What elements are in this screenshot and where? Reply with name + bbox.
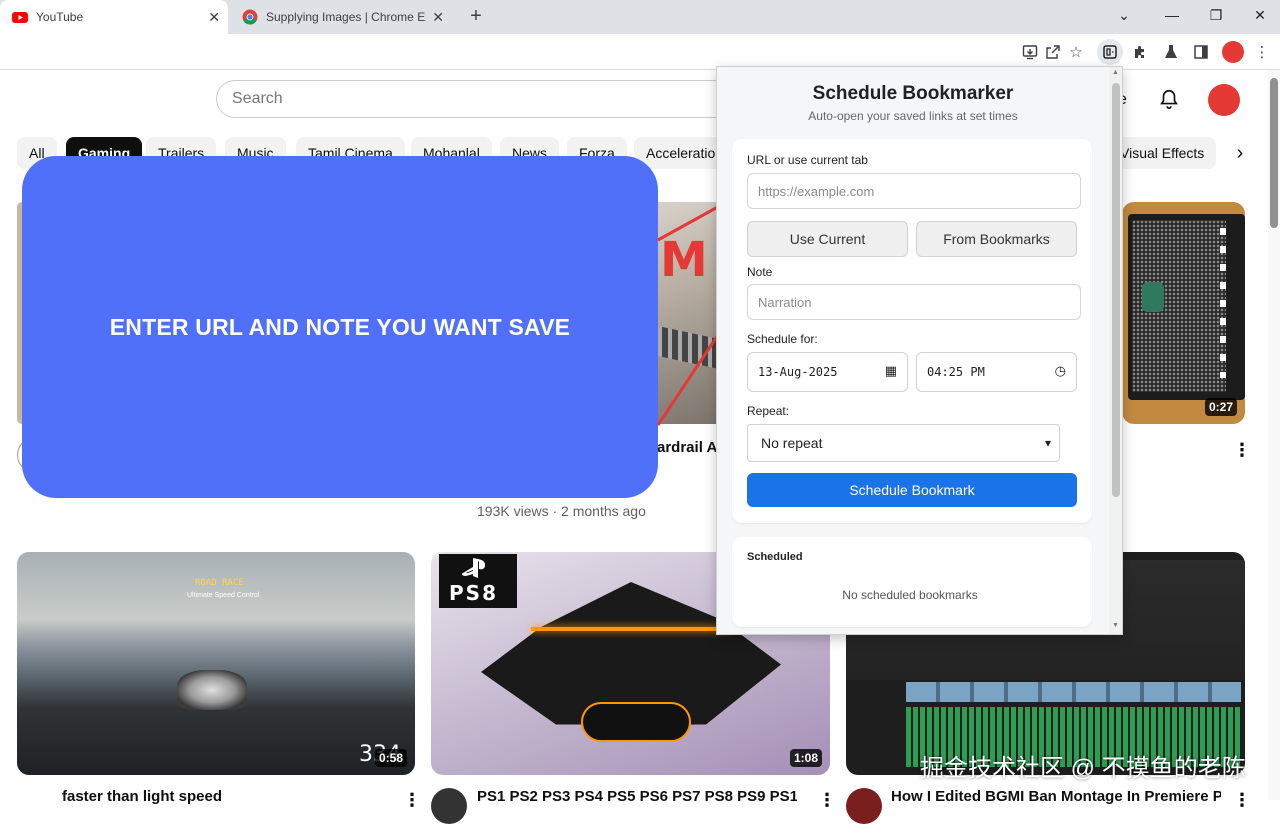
url-label: URL or use current tab [747,153,868,167]
youtube-favicon-icon [12,12,28,23]
video-duration: 1:08 [789,749,822,767]
youtube-search-box[interactable] [216,80,736,118]
channel-avatar[interactable] [846,788,882,824]
install-app-icon[interactable] [1020,42,1040,62]
page-scrollbar-thumb[interactable] [1270,78,1278,228]
chips-next-chevron-icon[interactable]: › [1224,137,1256,169]
schedule-bookmark-button[interactable]: Schedule Bookmark [747,473,1077,507]
scroll-up-arrow-icon[interactable]: ▲ [1112,69,1119,76]
video-menu-kebab-icon[interactable]: ⋮ [403,790,421,810]
scheduled-heading: Scheduled [747,551,803,563]
bookmark-form-card: URL or use current tab Use Current From … [732,139,1092,523]
chevron-down-icon: ▾ [1044,436,1051,450]
watermark-text: 掘金技术社区 @ 不摸鱼的老陈 [920,755,1246,782]
scroll-down-arrow-icon[interactable]: ▼ [1112,622,1119,629]
youtube-account-avatar[interactable] [1208,84,1240,116]
tab-close-icon[interactable]: ✕ [208,9,220,26]
tab-close-icon[interactable]: ✕ [432,9,444,26]
tutorial-callout: ENTER URL AND NOTE YOU WANT SAVE [22,156,658,498]
note-field[interactable] [747,284,1081,320]
schedule-bookmarker-popup: Schedule Bookmarker Auto-open your saved… [716,66,1123,635]
tab-youtube[interactable]: YouTube ✕ [0,0,228,34]
new-tab-button[interactable]: + [464,4,488,28]
scheduled-list-card: Scheduled No scheduled bookmarks [732,537,1092,627]
video-menu-kebab-icon[interactable]: ⋮ [1233,440,1251,460]
chrome-favicon-icon [242,9,258,25]
video-title[interactable]: faster than light speed [62,788,382,805]
hud-text: ROAD RACE [195,578,244,588]
profile-avatar[interactable] [1222,41,1244,63]
video-menu-kebab-icon[interactable]: ⋮ [1233,790,1251,810]
browser-tab-strip: YouTube ✕ Supplying Images | Chrome Exte… [0,0,1280,34]
repeat-value: No repeat [761,435,823,451]
bookmark-star-icon[interactable]: ☆ [1066,42,1086,62]
tab-chrome-web-store[interactable]: Supplying Images | Chrome Extension ✕ [230,0,452,34]
time-input[interactable]: 04:25 PM ◷ [916,352,1077,392]
use-current-button[interactable]: Use Current [747,221,908,257]
video-title[interactable]: How I Edited BGMI Ban Montage In Premier… [891,788,1221,805]
popup-scrollbar[interactable]: ▲ ▼ [1109,67,1122,634]
video-duration: 0:27 [1204,398,1237,416]
video-title[interactable]: ardrail AC [657,439,717,456]
schedule-bookmarker-extension-icon[interactable] [1097,39,1123,65]
tab-chrome-web-store-label: Supplying Images | Chrome Extension [266,10,426,24]
video-menu-kebab-icon[interactable]: ⋮ [818,790,836,810]
popup-scrollbar-thumb[interactable] [1112,83,1120,497]
channel-avatar[interactable] [431,788,467,824]
chip-visual-effects[interactable]: Visual Effects [1108,137,1217,169]
chrome-menu-kebab-icon[interactable]: ⋮ [1252,42,1272,62]
labs-flask-icon[interactable] [1161,42,1181,62]
video-duration: 0:58 [374,749,407,767]
tab-youtube-label: YouTube [36,10,84,24]
playstation-logo-icon [462,558,485,578]
share-icon[interactable] [1043,42,1063,62]
note-input[interactable] [748,285,1080,319]
scheduled-empty-text: No scheduled bookmarks [842,588,978,602]
calendar-icon[interactable]: ▦ [885,353,897,391]
notifications-bell-icon[interactable] [1158,88,1180,110]
time-value: 04:25 PM [927,365,985,379]
callout-text: ENTER URL AND NOTE YOU WANT SAVE [109,313,571,340]
hud-subtext: Ultimate Speed Control [187,592,260,599]
repeat-label: Repeat: [747,404,790,418]
schedule-label: Schedule for: [747,332,818,346]
close-window-button[interactable]: ✕ [1240,0,1280,30]
video-thumbnail-game[interactable]: 0:27 [1122,202,1245,424]
video-thumbnail-racecar[interactable]: ROAD RACE Ultimate Speed Control 334 0:5… [17,552,415,775]
extensions-puzzle-icon[interactable] [1130,42,1150,62]
restore-button[interactable]: ❐ [1196,0,1236,30]
url-input[interactable] [748,174,1080,208]
popup-subtitle: Auto-open your saved links at set times [808,109,1018,123]
tab-search-chevron-icon[interactable]: ⌄ [1104,0,1144,30]
clock-icon[interactable]: ◷ [1055,353,1066,391]
ps8-badge: PS8 [439,554,517,608]
side-panel-icon[interactable] [1191,42,1211,62]
page-scrollbar[interactable] [1268,70,1280,800]
popup-title: Schedule Bookmarker [812,83,1014,104]
date-input[interactable]: 13-Aug-2025 ▦ [747,352,908,392]
minimize-button[interactable]: — [1152,0,1192,30]
note-label: Note [747,265,773,279]
browser-toolbar: ☆ ⋮ [0,34,1280,70]
video-title[interactable]: PS1 PS2 PS3 PS4 PS5 PS6 PS7 PS8 PS9 PS10 [477,788,797,805]
video-meta: 193K views · 2 months ago [477,503,646,519]
repeat-select[interactable]: No repeat ▾ [747,424,1060,462]
search-input[interactable] [217,81,736,117]
date-value: 13-Aug-2025 [758,365,838,379]
from-bookmarks-button[interactable]: From Bookmarks [916,221,1077,257]
url-field[interactable] [747,173,1081,209]
